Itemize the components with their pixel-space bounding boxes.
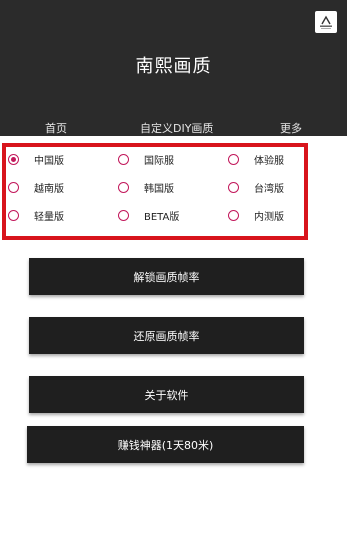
tab-custom-diy[interactable]: 自定义DIY画质 bbox=[140, 121, 213, 136]
about-software-button[interactable]: 关于软件 bbox=[29, 376, 304, 413]
radio-unchecked-icon[interactable] bbox=[118, 181, 129, 193]
option-label: 体验服 bbox=[254, 155, 284, 167]
page-title: 南熙画质 bbox=[135, 56, 212, 77]
unlock-quality-framerate-button[interactable]: 解锁画质帧率 bbox=[29, 258, 304, 295]
radio-unchecked-icon[interactable] bbox=[8, 181, 19, 193]
tab-more[interactable]: 更多 bbox=[280, 121, 302, 136]
option-label: BETA版 bbox=[144, 211, 180, 223]
radio-unchecked-icon[interactable] bbox=[228, 209, 239, 221]
radio-checked-icon[interactable] bbox=[8, 153, 19, 165]
radio-option-experience[interactable]: 体验服 bbox=[228, 150, 284, 168]
radio-unchecked-icon[interactable] bbox=[8, 209, 19, 221]
radio-option-taiwan[interactable]: 台湾版 bbox=[228, 178, 284, 196]
radio-option-vietnam[interactable]: 越南版 bbox=[8, 178, 64, 196]
option-label: 韩国版 bbox=[144, 183, 174, 195]
option-label: 越南版 bbox=[34, 183, 64, 195]
radio-option-beta[interactable]: BETA版 bbox=[118, 206, 179, 224]
radio-option-lite[interactable]: 轻量版 bbox=[8, 206, 64, 224]
radio-option-international[interactable]: 国际服 bbox=[118, 150, 174, 168]
version-options-group: 中国版 国际服 体验服 越南版 韩国版 台湾版 轻量版 BETA版 内测版 bbox=[2, 143, 308, 240]
radio-option-internal-test[interactable]: 内测版 bbox=[228, 206, 284, 224]
radio-unchecked-icon[interactable] bbox=[118, 153, 129, 165]
radio-unchecked-icon[interactable] bbox=[118, 209, 129, 221]
tab-home[interactable]: 首页 bbox=[45, 121, 67, 136]
money-maker-button[interactable]: 赚钱神器(1天80米) bbox=[27, 426, 304, 463]
app-logo-icon bbox=[315, 11, 337, 33]
radio-unchecked-icon[interactable] bbox=[228, 181, 239, 193]
option-label: 中国版 bbox=[34, 155, 64, 167]
option-label: 内测版 bbox=[254, 211, 284, 223]
tab-bar: 首页 自定义DIY画质 更多 bbox=[0, 121, 347, 136]
radio-option-korea[interactable]: 韩国版 bbox=[118, 178, 174, 196]
radio-option-china[interactable]: 中国版 bbox=[8, 150, 64, 168]
option-label: 轻量版 bbox=[34, 211, 64, 223]
app-header: 南熙画质 首页 自定义DIY画质 更多 bbox=[0, 0, 347, 136]
option-label: 国际服 bbox=[144, 155, 174, 167]
radio-unchecked-icon[interactable] bbox=[228, 153, 239, 165]
app-screen: 南熙画质 首页 自定义DIY画质 更多 中国版 国际服 体验服 越南版 韩国版 bbox=[0, 0, 347, 545]
option-label: 台湾版 bbox=[254, 183, 284, 195]
restore-quality-framerate-button[interactable]: 还原画质帧率 bbox=[29, 317, 304, 354]
